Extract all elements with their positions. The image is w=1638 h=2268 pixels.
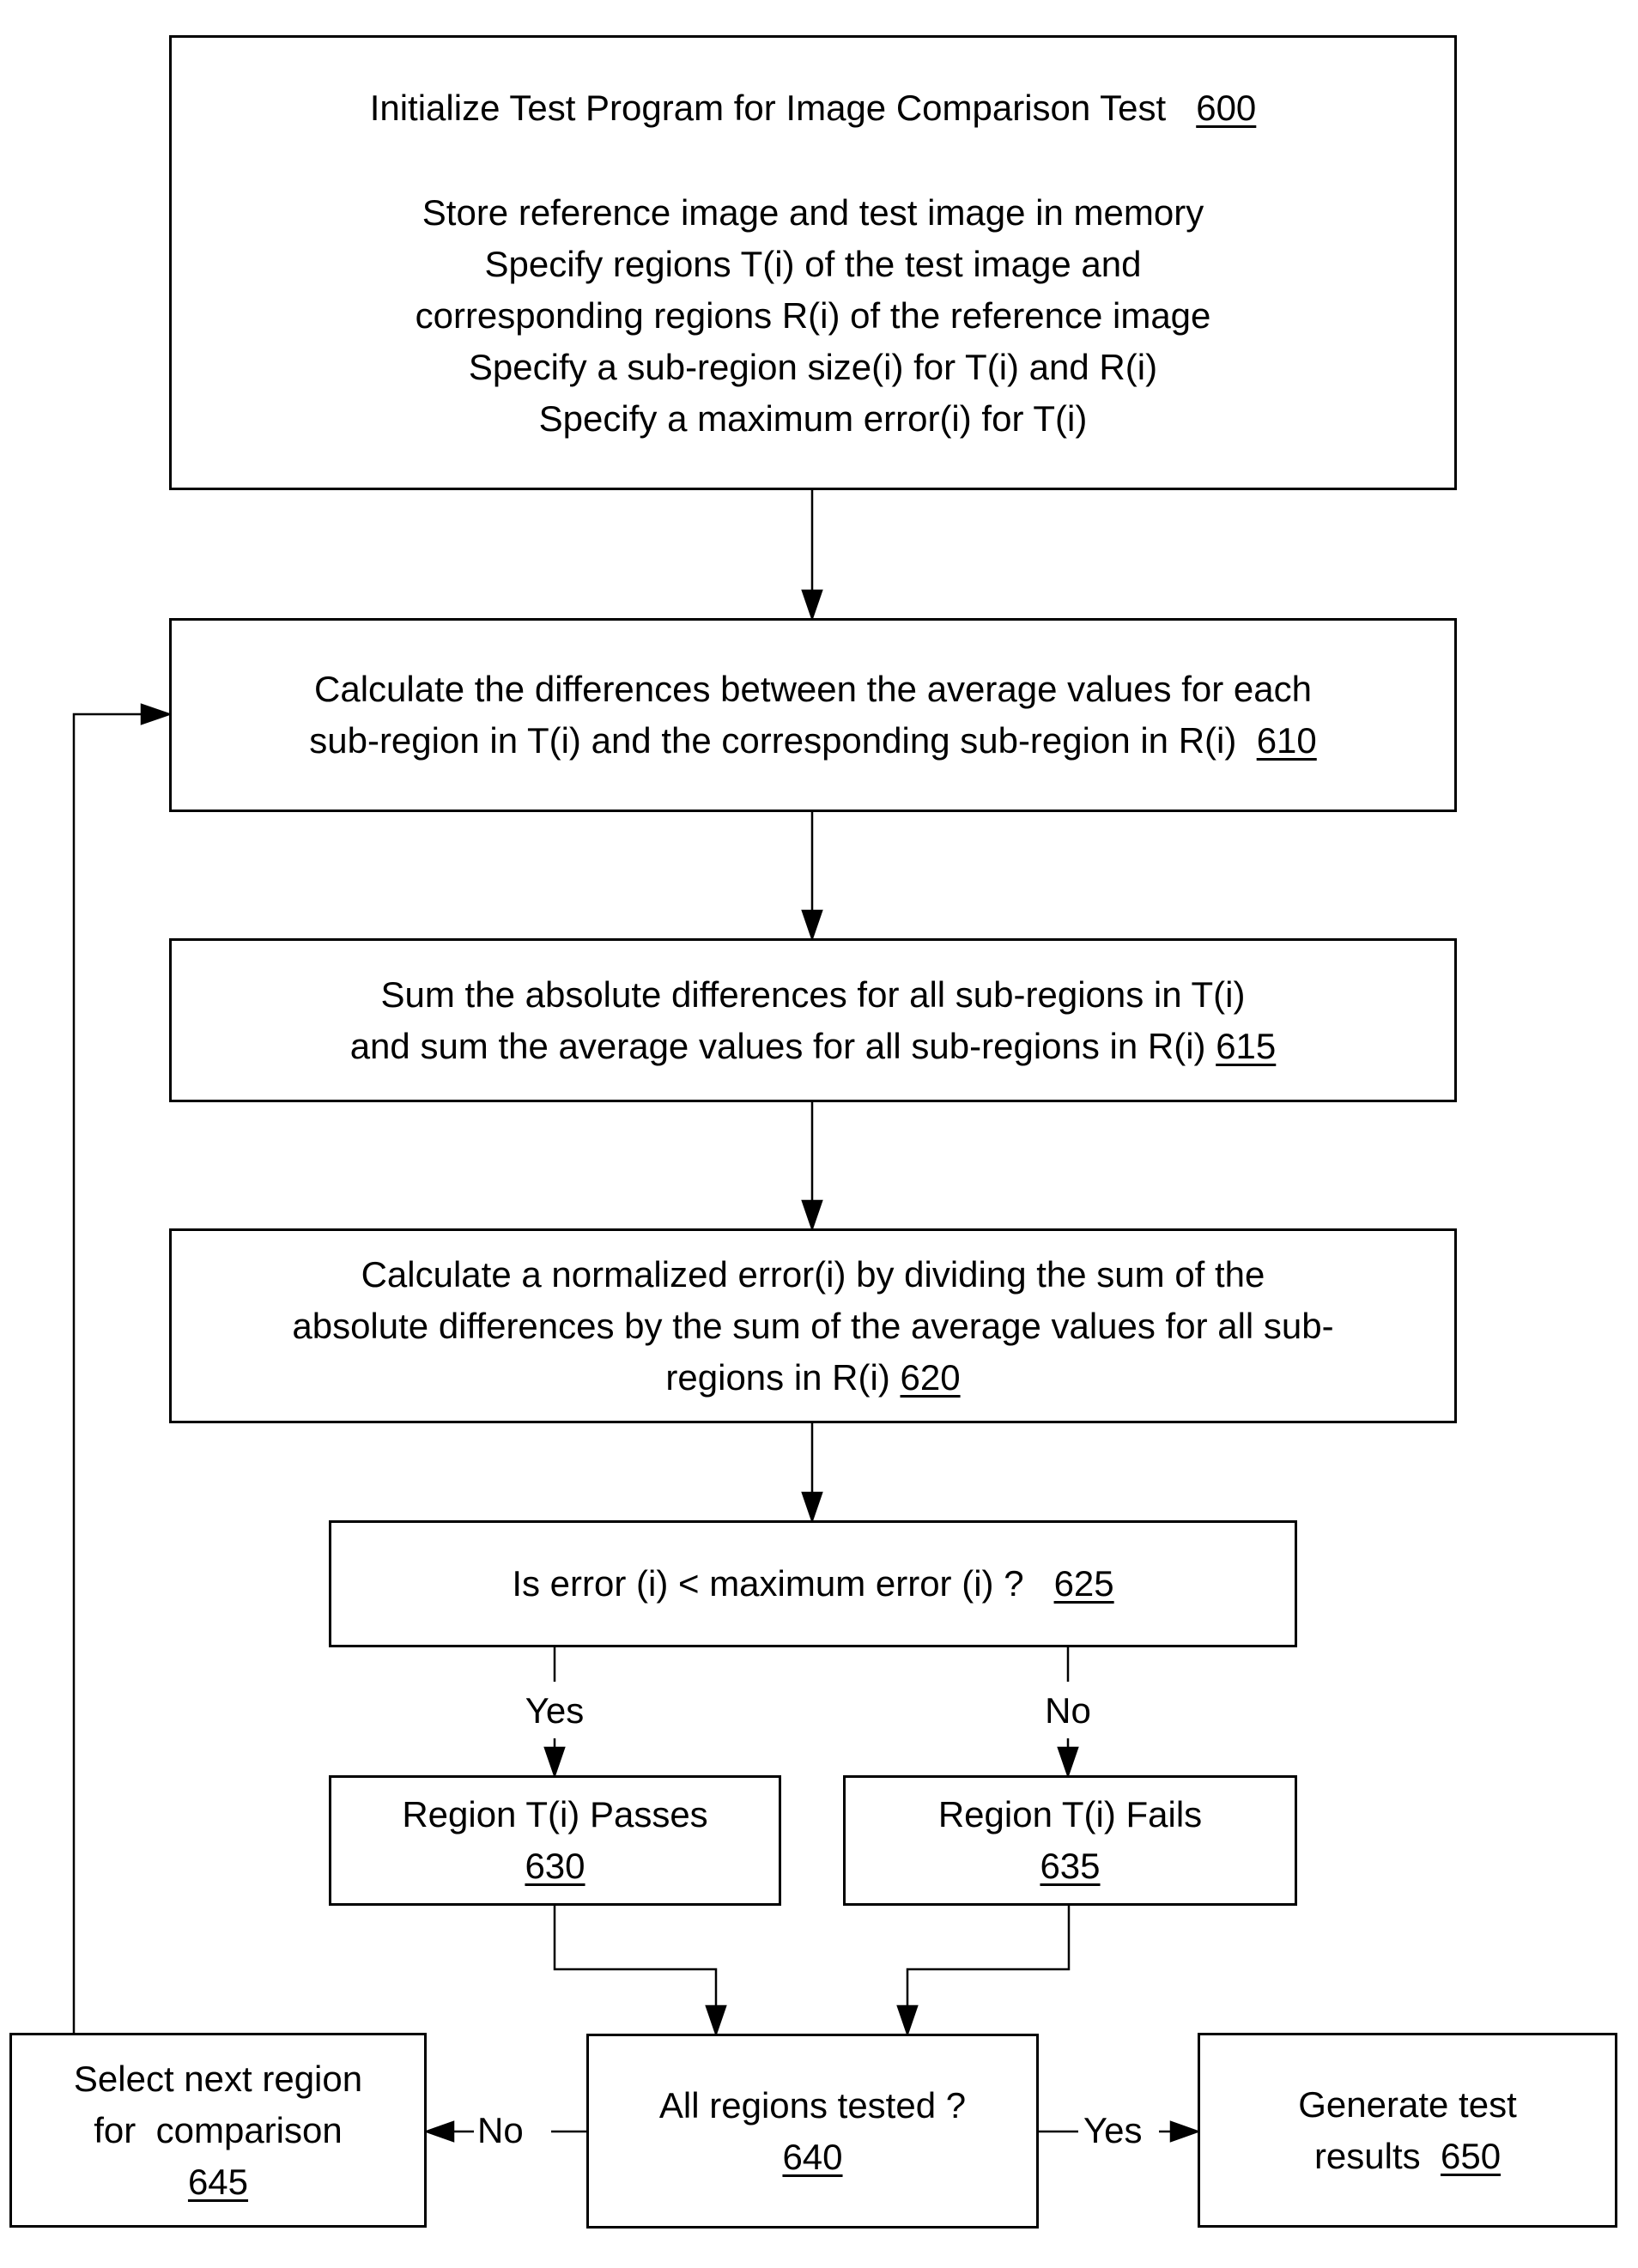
step-600-title: Initialize Test Program for Image Compar… xyxy=(369,88,1257,128)
ref-640: 640 xyxy=(782,2136,843,2177)
step-640-text: All regions tested ? xyxy=(658,2084,967,2125)
arrowhead-615-620 xyxy=(801,1199,823,1232)
edge-label-yes-640: Yes xyxy=(1080,2110,1146,2151)
loop-645-610 xyxy=(72,713,142,2033)
step-600-line: corresponding regions R(i) of the refere… xyxy=(415,295,1211,336)
arrowhead-630-640 xyxy=(705,2004,727,2037)
step-620-line: Calculate a normalized error(i) by divid… xyxy=(361,1253,1265,1295)
arrowhead-635-640 xyxy=(896,2004,919,2037)
step-610-line: sub-region in T(i) and the corresponding… xyxy=(309,720,1317,761)
ref-635: 635 xyxy=(1040,1846,1101,1886)
step-600-line: Specify a sub-region size(i) for T(i) an… xyxy=(468,347,1158,387)
step-600-initialize: Initialize Test Program for Image Compar… xyxy=(169,35,1457,490)
line-635-640 xyxy=(906,1906,1071,2006)
step-635-text: Region T(i) Fails xyxy=(937,1794,1203,1834)
step-645-line: Select next region xyxy=(73,2058,363,2099)
arrowhead-600-610 xyxy=(801,589,823,622)
ref-610: 610 xyxy=(1256,720,1317,761)
step-635-region-fails: Region T(i) Fails 635 xyxy=(843,1775,1297,1906)
step-620-line: regions in R(i) 620 xyxy=(665,1356,961,1398)
arrowhead-620-625 xyxy=(801,1491,823,1524)
step-625-line: Is error (i) < maximum error (i) ? 625 xyxy=(512,1563,1114,1604)
step-615-sum-differences: Sum the absolute differences for all sub… xyxy=(169,938,1457,1102)
ref-600: 600 xyxy=(1196,88,1257,128)
step-630-region-passes: Region T(i) Passes 630 xyxy=(329,1775,781,1906)
ref-630: 630 xyxy=(525,1846,585,1886)
ref-650: 650 xyxy=(1440,2135,1502,2176)
step-610-calculate-differences: Calculate the differences between the av… xyxy=(169,618,1457,812)
ref-645: 645 xyxy=(187,2161,249,2202)
ref-625: 625 xyxy=(1053,1563,1114,1604)
step-650-line: results 650 xyxy=(1313,2135,1502,2176)
arrowhead-610-615 xyxy=(801,909,823,942)
step-650-line: Generate test xyxy=(1298,2083,1517,2125)
step-630-text: Region T(i) Passes xyxy=(402,1794,708,1834)
step-615-line: Sum the absolute differences for all sub… xyxy=(380,973,1246,1015)
arrowhead-640-650 xyxy=(1169,2120,1201,2143)
step-610-line: Calculate the differences between the av… xyxy=(314,669,1312,709)
decision-640-all-regions-tested: All regions tested ? 640 xyxy=(586,2034,1039,2229)
step-645-select-next-region: Select next region for comparison 645 xyxy=(9,2033,427,2228)
ref-615: 615 xyxy=(1216,1025,1277,1066)
step-600-line: Specify a maximum error(i) for T(i) xyxy=(538,398,1088,439)
edge-label-no-625: No xyxy=(1041,1690,1095,1731)
arrowhead-645-610 xyxy=(140,703,173,725)
step-620-normalized-error: Calculate a normalized error(i) by divid… xyxy=(169,1228,1457,1423)
edge-label-no-640: No xyxy=(474,2110,527,2151)
step-620-line: absolute differences by the sum of the a… xyxy=(292,1305,1334,1346)
step-650-generate-results: Generate test results 650 xyxy=(1198,2033,1617,2228)
ref-620: 620 xyxy=(900,1356,961,1398)
arrowhead-640-645 xyxy=(423,2120,455,2143)
edge-label-yes-625: Yes xyxy=(521,1690,588,1731)
step-645-line: for comparison xyxy=(94,2109,343,2150)
arrowhead-625-635 xyxy=(1057,1746,1079,1779)
arrowhead-625-630 xyxy=(543,1746,566,1779)
step-600-line: Store reference image and test image in … xyxy=(422,192,1204,233)
line-630-640 xyxy=(553,1906,718,2006)
step-615-line: and sum the average values for all sub-r… xyxy=(349,1025,1277,1066)
step-600-line: Specify regions T(i) of the test image a… xyxy=(484,244,1142,284)
decision-625-error-check: Is error (i) < maximum error (i) ? 625 xyxy=(329,1520,1297,1647)
